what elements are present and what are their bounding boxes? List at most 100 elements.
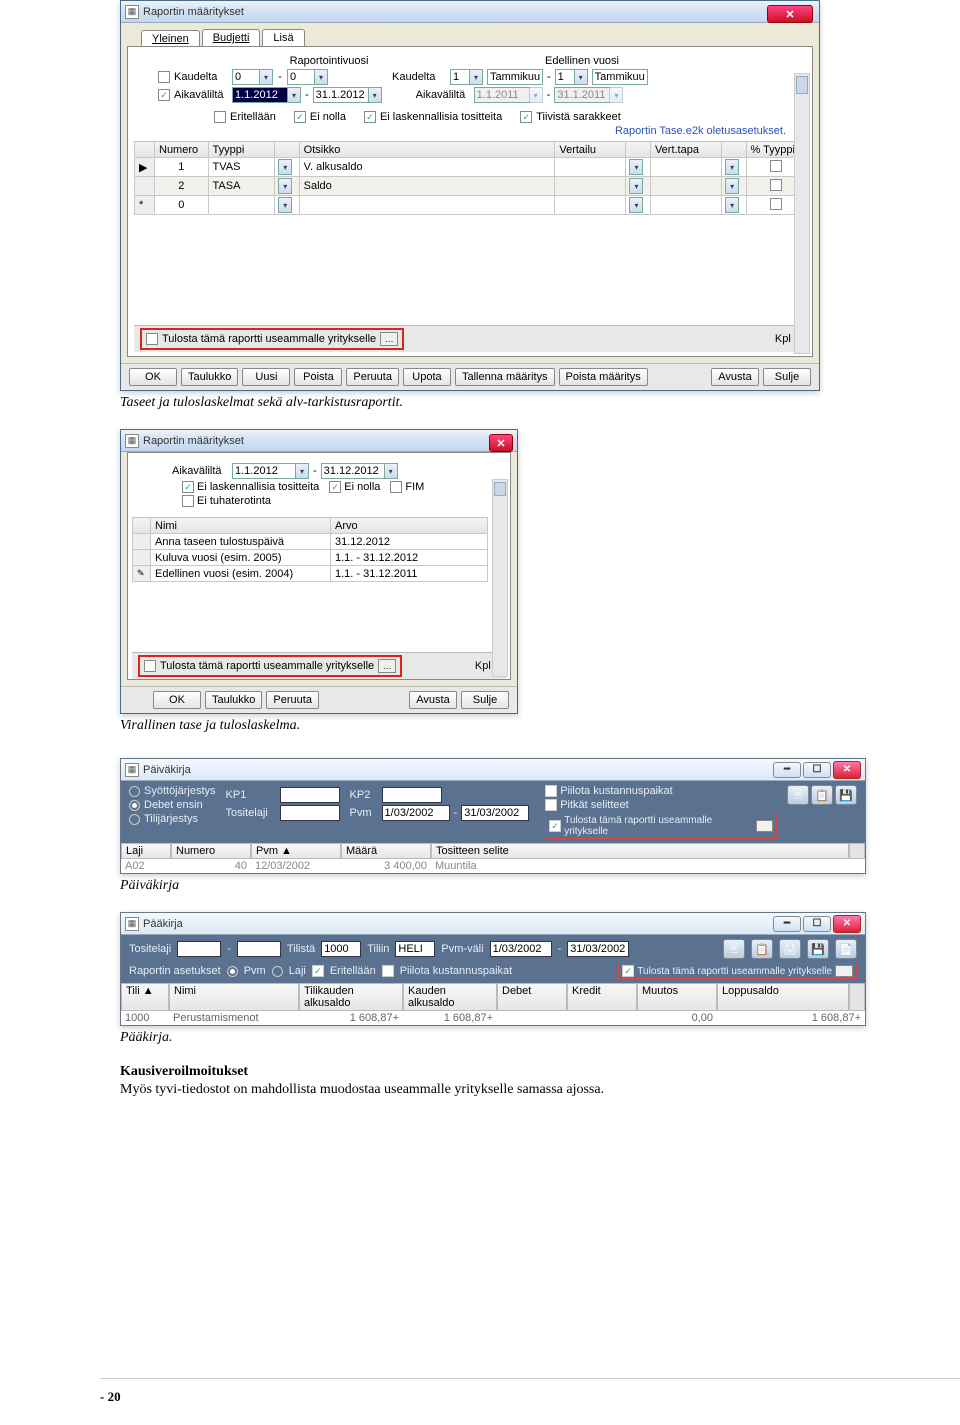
radio-syotto[interactable] [129,786,140,797]
kaudelta-l1-input[interactable] [232,69,260,85]
table-row[interactable]: Kuluva vuosi (esim. 2005)1.1. - 31.12.20… [133,550,488,566]
tab-lisa[interactable]: Lisä [262,29,304,46]
print-multi-checkbox[interactable] [144,660,156,672]
avusta-button[interactable]: Avusta [409,691,457,709]
pvm1-input[interactable] [382,805,450,821]
radio-tili[interactable] [129,814,140,825]
kaudelta-l2-input[interactable] [287,69,315,85]
chevron-down-icon[interactable]: ▾ [725,178,739,194]
poista-maaritys-button[interactable]: Poista määritys [559,368,648,386]
taulukko-button[interactable]: Taulukko [205,691,262,709]
close-icon[interactable]: ✕ [489,434,513,452]
tool-icon-2[interactable]: 📋 [811,785,833,805]
chevron-down-icon[interactable]: ▾ [368,87,382,103]
sulje-button[interactable]: Sulje [763,368,811,386]
scrollbar-vertical[interactable] [492,479,508,677]
kaudelta-r2-input[interactable] [555,69,575,85]
tab-yleinen[interactable]: Yleinen [141,30,200,47]
chevron-down-icon[interactable]: ▾ [725,159,739,175]
table-row[interactable]: ▶ 1 TVAS ▾ V. alkusaldo ▾ ▾ [135,158,806,177]
kaudelta-r2-month[interactable] [592,69,648,85]
ellipsis-button[interactable]: … [835,965,853,977]
pct-checkbox[interactable] [770,160,782,172]
aika2-input[interactable] [321,463,385,479]
chevron-down-icon[interactable]: ▾ [278,159,292,175]
taulukko-button[interactable]: Taulukko [181,368,238,386]
chevron-down-icon[interactable]: ▾ [629,197,643,213]
tositelaji-input[interactable] [280,805,340,821]
ellipsis-button[interactable]: … [756,820,773,832]
aika-l1-input[interactable] [232,87,288,103]
chevron-down-icon[interactable]: ▾ [259,69,273,85]
eritellaan-checkbox[interactable] [214,111,226,123]
titlebar[interactable]: ▦ Raportin määritykset [121,1,819,23]
tilista-input[interactable] [321,941,361,957]
tositelaji-from[interactable] [177,941,221,957]
report-lines-table[interactable]: Numero Tyyppi Otsikko Vertailu Vert.tapa… [134,141,806,215]
ok-button[interactable]: OK [129,368,177,386]
print-multi-checkbox[interactable] [549,820,561,832]
tool-icon-1[interactable]: 🖹 [787,785,809,805]
chevron-down-icon[interactable]: ▾ [629,159,643,175]
pvm2-input[interactable] [461,805,529,821]
col-nimi[interactable]: Nimi [151,518,331,534]
fim-checkbox[interactable] [390,481,402,493]
chevron-down-icon[interactable]: ▾ [384,463,398,479]
scrollbar-vertical[interactable] [794,73,810,354]
tiivista-checkbox[interactable] [520,111,532,123]
minimize-icon[interactable]: ━ [773,916,801,932]
col-numero[interactable]: Numero [155,142,209,158]
pct-checkbox[interactable] [770,179,782,191]
aika-l2-input[interactable] [313,87,369,103]
close-icon[interactable]: ✕ [833,761,861,779]
tositelaji-to[interactable] [237,941,281,957]
pitkat-checkbox[interactable] [545,799,557,811]
col-verttapa[interactable]: Vert.tapa [650,142,721,158]
scrollbar-vertical[interactable] [849,983,865,1011]
peruuta-button[interactable]: Peruuta [346,368,399,386]
close-icon[interactable]: ✕ [767,5,813,23]
einolla-checkbox[interactable] [294,111,306,123]
kaudelta-r1-month[interactable] [487,69,543,85]
eituh-checkbox[interactable] [182,495,194,507]
titlebar[interactable]: ▦ Raportin määritykset [121,430,517,452]
params-table[interactable]: Nimi Arvo Anna taseen tulostuspäivä31.12… [132,517,488,582]
ellipsis-button[interactable]: … [380,332,398,346]
tool-icon-1[interactable]: 🖹 [723,939,745,959]
avusta-button[interactable]: Avusta [711,368,759,386]
col-otsikko[interactable]: Otsikko [299,142,555,158]
minimize-icon[interactable]: ━ [773,762,801,778]
table-row[interactable]: Anna taseen tulostuspäivä31.12.2012 [133,534,488,550]
table-row[interactable]: 2 TASA ▾ Saldo ▾ ▾ [135,177,806,196]
aikavalilta-left-checkbox[interactable] [158,89,170,101]
radio-laji[interactable] [272,966,283,977]
upota-button[interactable]: Upota [403,368,451,386]
radio-pvm[interactable] [227,966,238,977]
kp2-input[interactable] [382,787,442,803]
tiliin-input[interactable] [395,941,435,957]
piilota-kp-checkbox[interactable] [545,785,557,797]
chevron-down-icon[interactable]: ▾ [287,87,301,103]
tool-icon-3[interactable]: 🖨 [779,939,801,959]
titlebar[interactable]: ▦ Pääkirja ━ ☐ ✕ [121,913,865,935]
print-multi-checkbox[interactable] [622,965,634,977]
maximize-icon[interactable]: ☐ [803,916,831,932]
chevron-down-icon[interactable]: ▾ [314,69,328,85]
kp1-input[interactable] [280,787,340,803]
titlebar[interactable]: ▦ Päiväkirja ━ ☐ ✕ [121,759,865,781]
kaudelta-r1-input[interactable] [450,69,470,85]
chevron-down-icon[interactable]: ▾ [278,178,292,194]
eritellaan-checkbox[interactable] [312,965,324,977]
chevron-down-icon[interactable]: ▾ [278,197,292,213]
tallenna-maaritys-button[interactable]: Tallenna määritys [455,368,555,386]
tool-icon-4[interactable]: 💾 [807,939,829,959]
col-arvo[interactable]: Arvo [331,518,488,534]
tab-budjetti[interactable]: Budjetti [202,29,261,46]
scrollbar-vertical[interactable] [849,843,865,859]
col-tyyppi[interactable]: Tyyppi [208,142,275,158]
tool-icon-5[interactable]: 📄 [835,939,857,959]
sulje-button[interactable]: Sulje [461,691,509,709]
table-row-new[interactable]: * 0 ▾ ▾ ▾ [135,196,806,215]
aika1-input[interactable] [232,463,296,479]
print-multi-checkbox[interactable] [146,333,158,345]
